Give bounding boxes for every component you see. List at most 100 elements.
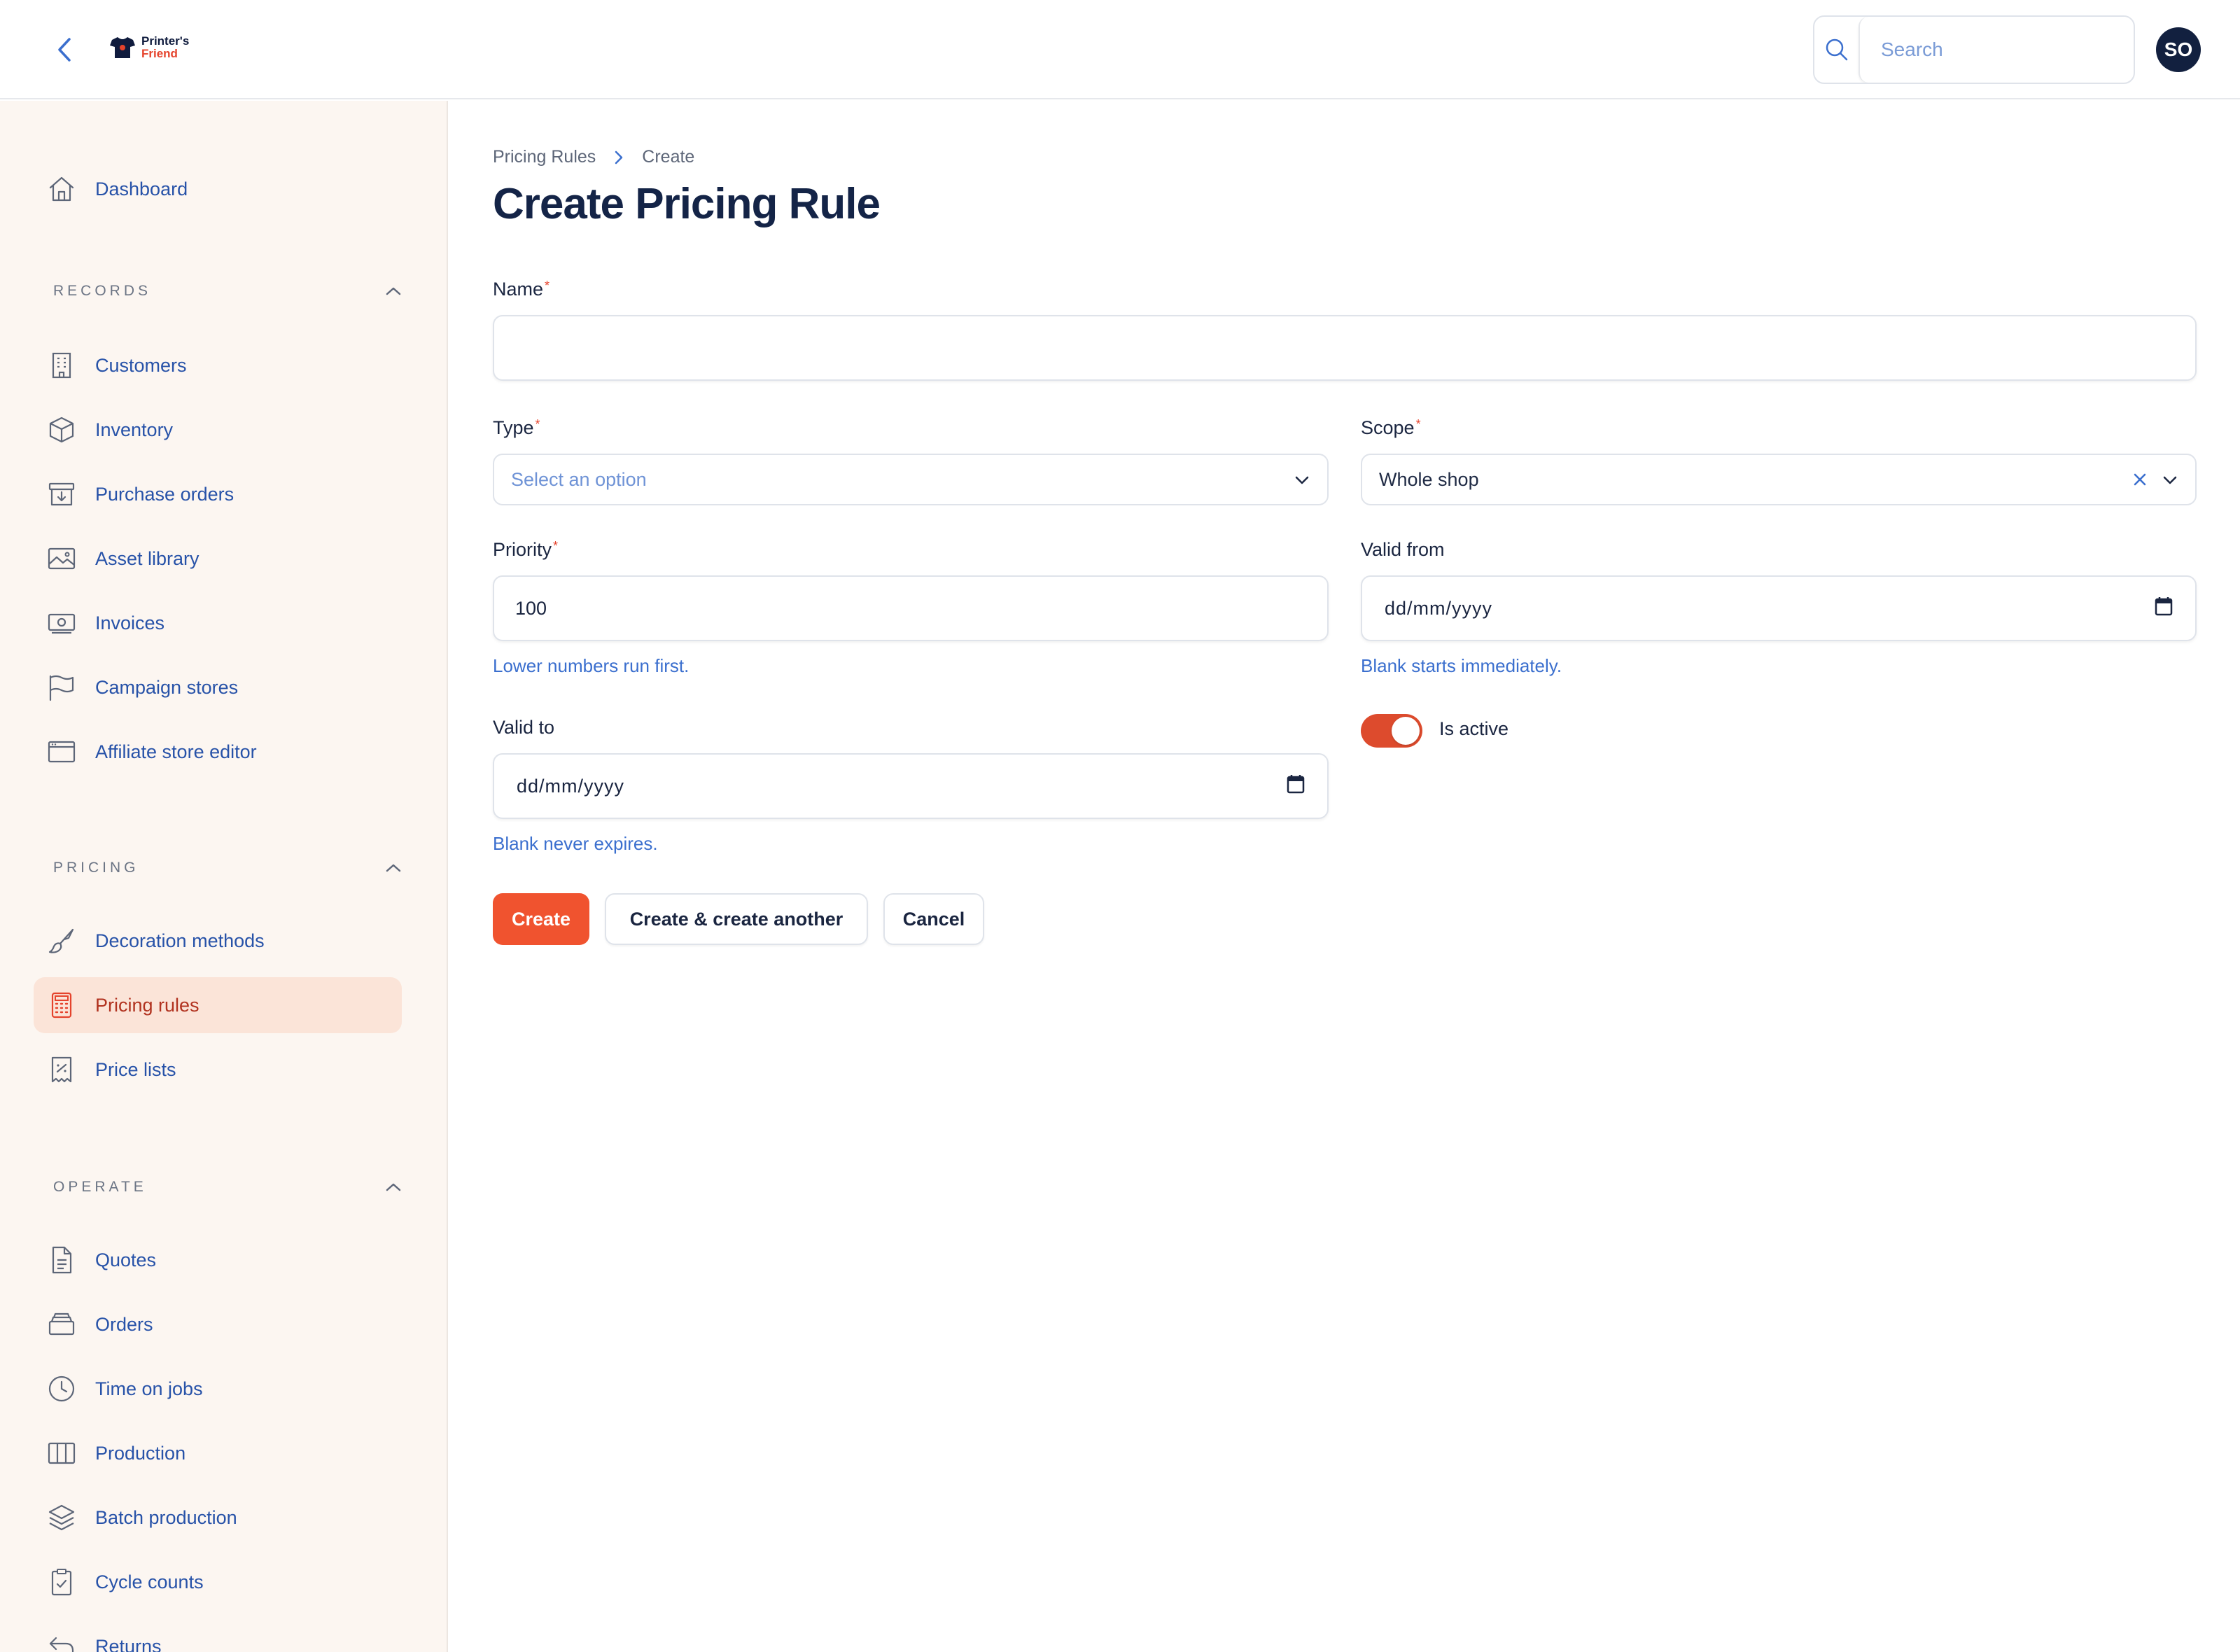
breadcrumb: Pricing Rules Create [493, 147, 694, 167]
sidebar-item-inventory[interactable]: Inventory [34, 402, 402, 458]
sidebar-item-price-lists[interactable]: Price lists [34, 1042, 402, 1098]
section-label: PRICING [53, 860, 139, 876]
section-label: RECORDS [53, 283, 152, 299]
sidebar-item-asset-library[interactable]: Asset library [34, 531, 402, 587]
sidebar-item-pricing-rules[interactable]: Pricing rules [34, 977, 402, 1033]
chevron-up-icon[interactable] [379, 1173, 407, 1201]
sidebar-item-label: Purchase orders [95, 483, 234, 505]
sidebar-item-label: Batch production [95, 1506, 237, 1528]
sidebar-item-orders[interactable]: Orders [34, 1296, 402, 1352]
sidebar-item-label: Dashboard [95, 178, 188, 200]
sidebar-item-label: Orders [95, 1313, 153, 1335]
clear-x-icon[interactable] [2132, 472, 2148, 487]
calendar-icon[interactable] [2155, 596, 2173, 621]
sidebar-item-production[interactable]: Production [34, 1425, 402, 1481]
create-another-button[interactable]: Create & create another [605, 893, 868, 945]
priority-field[interactable] [493, 575, 1329, 641]
valid-to-date-field[interactable]: dd/mm/yyyy [493, 753, 1329, 819]
sidebar-item-campaign-stores[interactable]: Campaign stores [34, 659, 402, 715]
chevron-up-icon[interactable] [379, 277, 407, 305]
section-pricing: PRICING [53, 854, 403, 882]
document-icon [34, 1232, 90, 1288]
user-avatar[interactable]: SO [2156, 27, 2201, 72]
valid-from-date-field[interactable]: dd/mm/yyyy [1361, 575, 2197, 641]
sidebar-item-label: Price lists [95, 1058, 176, 1080]
sidebar-item-time-on-jobs[interactable]: Time on jobs [34, 1361, 402, 1417]
sidebar-item-cycle-counts[interactable]: Cycle counts [34, 1554, 402, 1610]
sidebar-item-affiliate-store-editor[interactable]: Affiliate store editor [34, 724, 402, 780]
type-label-text: Type [493, 417, 534, 438]
name-label: Name * [493, 279, 550, 300]
valid-to-label: Valid to [493, 717, 555, 738]
sidebar-item-returns[interactable]: Returns [34, 1618, 402, 1652]
sidebar-item-invoices[interactable]: Invoices [34, 595, 402, 651]
building-icon [34, 337, 90, 393]
columns-icon [34, 1425, 90, 1481]
sidebar-item-label: Decoration methods [95, 930, 265, 951]
sidebar-item-label: Inventory [95, 419, 174, 440]
inbox-stack-icon [34, 1296, 90, 1352]
sidebar: Dashboard RECORDS Customers Inventory Pu… [0, 101, 448, 1652]
top-bar: Printer's Friend SO [0, 0, 2240, 99]
sidebar-item-decoration-methods[interactable]: Decoration methods [34, 913, 402, 969]
valid-to-value: dd/mm/yyyy [517, 775, 625, 797]
clock-icon [34, 1361, 90, 1417]
banknote-icon [34, 595, 90, 651]
back-icon[interactable] [49, 32, 80, 67]
name-label-text: Name [493, 279, 544, 300]
breadcrumb-link-pricing-rules[interactable]: Pricing Rules [493, 147, 596, 167]
valid-from-value: dd/mm/yyyy [1385, 597, 1493, 619]
required-marker: * [545, 279, 550, 293]
name-field[interactable] [493, 315, 2197, 381]
is-active-toggle[interactable] [1361, 714, 1422, 748]
sidebar-item-label: Production [95, 1442, 186, 1464]
paintbrush-icon [34, 913, 90, 969]
flag-icon [34, 659, 90, 715]
calculator-icon [34, 977, 90, 1033]
type-select[interactable]: Select an option [493, 454, 1329, 505]
home-icon [34, 161, 90, 217]
image-icon [34, 531, 90, 587]
priority-hint: Lower numbers run first. [493, 655, 690, 676]
chevron-down-icon [2162, 469, 2178, 491]
sidebar-item-batch-production[interactable]: Batch production [34, 1490, 402, 1546]
scope-select[interactable]: Whole shop [1361, 454, 2197, 505]
chevron-up-icon[interactable] [379, 854, 407, 882]
search-icon[interactable] [1814, 17, 1858, 83]
sidebar-item-dashboard[interactable]: Dashboard [34, 161, 402, 217]
sidebar-item-label: Quotes [95, 1249, 157, 1270]
search-input[interactable] [1858, 17, 2134, 83]
valid-to-hint: Blank never expires. [493, 833, 658, 854]
sidebar-item-label: Time on jobs [95, 1378, 203, 1399]
brand-name-line2: Friend [141, 47, 178, 60]
sidebar-item-customers[interactable]: Customers [34, 337, 402, 393]
type-select-placeholder: Select an option [511, 468, 647, 490]
priority-label-text: Priority [493, 539, 552, 560]
sidebar-item-label: Invoices [95, 612, 165, 634]
section-label: OPERATE [53, 1179, 147, 1195]
create-button[interactable]: Create [493, 893, 589, 945]
brand-name-line1: Printer's [141, 34, 190, 48]
chevron-right-icon [614, 150, 624, 165]
valid-from-hint: Blank starts immediately. [1361, 655, 1562, 676]
archive-box-icon [34, 466, 90, 522]
clipboard-check-icon [34, 1554, 90, 1610]
sidebar-item-purchase-orders[interactable]: Purchase orders [34, 466, 402, 522]
is-active-label: Is active [1439, 718, 1509, 739]
valid-from-label: Valid from [1361, 539, 1445, 560]
tshirt-logo-icon [110, 37, 135, 58]
page-title: Create Pricing Rule [493, 180, 881, 228]
sidebar-item-label: Cycle counts [95, 1571, 204, 1592]
search-box [1813, 15, 2135, 84]
brand-logo[interactable]: Printer's Friend [109, 35, 189, 60]
cancel-button[interactable]: Cancel [883, 893, 984, 945]
toggle-knob [1392, 717, 1420, 745]
calendar-icon[interactable] [1287, 774, 1305, 799]
sidebar-item-quotes[interactable]: Quotes [34, 1232, 402, 1288]
return-arrow-icon [34, 1618, 90, 1652]
browser-window-icon [34, 724, 90, 780]
sidebar-item-label: Asset library [95, 547, 200, 569]
sidebar-item-label: Pricing rules [95, 994, 200, 1016]
required-marker: * [553, 539, 559, 553]
type-label: Type * [493, 417, 540, 439]
